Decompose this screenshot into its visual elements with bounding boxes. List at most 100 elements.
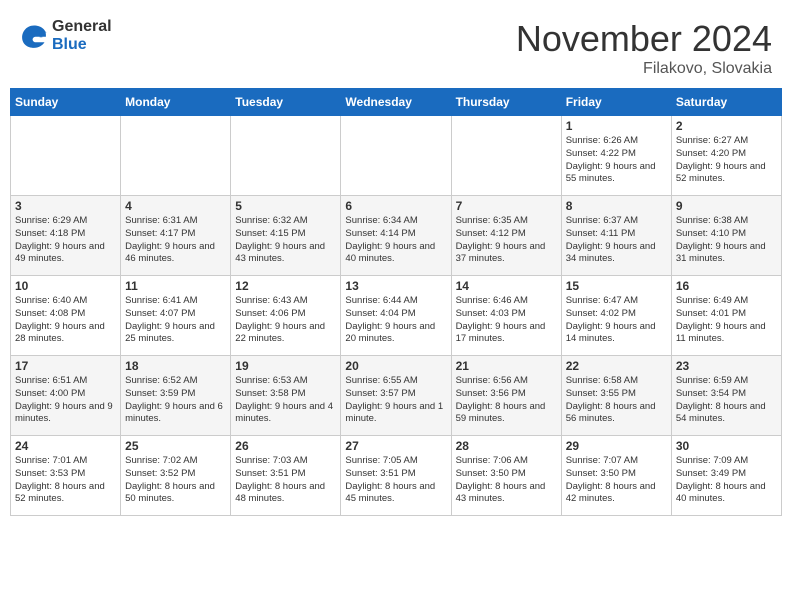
day-number: 19 (235, 359, 336, 373)
calendar-cell: 3 Sunrise: 6:29 AM Sunset: 4:18 PM Daylig… (11, 196, 121, 276)
header-thursday: Thursday (451, 89, 561, 116)
calendar-week-2: 3 Sunrise: 6:29 AM Sunset: 4:18 PM Daylig… (11, 196, 782, 276)
calendar-week-3: 10 Sunrise: 6:40 AM Sunset: 4:08 PM Dayli… (11, 276, 782, 356)
day-info: Sunrise: 7:09 AM Sunset: 3:49 PM Dayligh… (676, 455, 777, 506)
day-number: 13 (345, 279, 446, 293)
day-info: Sunrise: 6:59 AM Sunset: 3:54 PM Dayligh… (676, 375, 777, 426)
day-number: 23 (676, 359, 777, 373)
day-number: 17 (15, 359, 116, 373)
day-number: 3 (15, 199, 116, 213)
calendar-cell (121, 116, 231, 196)
day-number: 11 (125, 279, 226, 293)
day-number: 14 (456, 279, 557, 293)
day-number: 28 (456, 439, 557, 453)
day-info: Sunrise: 6:29 AM Sunset: 4:18 PM Dayligh… (15, 215, 116, 266)
day-info: Sunrise: 6:37 AM Sunset: 4:11 PM Dayligh… (566, 215, 667, 266)
day-number: 26 (235, 439, 336, 453)
calendar-cell: 6 Sunrise: 6:34 AM Sunset: 4:14 PM Daylig… (341, 196, 451, 276)
day-number: 20 (345, 359, 446, 373)
calendar-cell: 17 Sunrise: 6:51 AM Sunset: 4:00 PM Dayli… (11, 356, 121, 436)
day-info: Sunrise: 6:27 AM Sunset: 4:20 PM Dayligh… (676, 135, 777, 186)
calendar-cell: 24 Sunrise: 7:01 AM Sunset: 3:53 PM Dayli… (11, 436, 121, 516)
day-info: Sunrise: 6:35 AM Sunset: 4:12 PM Dayligh… (456, 215, 557, 266)
day-number: 24 (15, 439, 116, 453)
calendar-body: 1Sunrise: 6:26 AM Sunset: 4:22 PM Daylig… (11, 116, 782, 516)
header-saturday: Saturday (671, 89, 781, 116)
day-number: 9 (676, 199, 777, 213)
day-info: Sunrise: 7:06 AM Sunset: 3:50 PM Dayligh… (456, 455, 557, 506)
day-number: 7 (456, 199, 557, 213)
logo: General Blue (20, 18, 112, 53)
day-info: Sunrise: 7:01 AM Sunset: 3:53 PM Dayligh… (15, 455, 116, 506)
calendar-cell: 10 Sunrise: 6:40 AM Sunset: 4:08 PM Dayli… (11, 276, 121, 356)
header-wednesday: Wednesday (341, 89, 451, 116)
day-info: Sunrise: 6:51 AM Sunset: 4:00 PM Dayligh… (15, 375, 116, 426)
logo-general: General (52, 18, 112, 36)
day-number: 16 (676, 279, 777, 293)
day-info: Sunrise: 6:34 AM Sunset: 4:14 PM Dayligh… (345, 215, 446, 266)
day-number: 1 (566, 119, 667, 133)
day-info: Sunrise: 6:55 AM Sunset: 3:57 PM Dayligh… (345, 375, 446, 426)
day-info: Sunrise: 6:32 AM Sunset: 4:15 PM Dayligh… (235, 215, 336, 266)
calendar-cell (231, 116, 341, 196)
calendar-cell: 12 Sunrise: 6:43 AM Sunset: 4:06 PM Dayli… (231, 276, 341, 356)
title-area: November 2024 Filakovo, Slovakia (516, 18, 772, 78)
logo-blue: Blue (52, 36, 112, 54)
calendar-cell (11, 116, 121, 196)
calendar-cell: 13Sunrise: 6:44 AM Sunset: 4:04 PM Dayli… (341, 276, 451, 356)
day-number: 2 (676, 119, 777, 133)
calendar-cell: 7 Sunrise: 6:35 AM Sunset: 4:12 PM Daylig… (451, 196, 561, 276)
day-number: 22 (566, 359, 667, 373)
day-info: Sunrise: 6:43 AM Sunset: 4:06 PM Dayligh… (235, 295, 336, 346)
day-info: Sunrise: 6:38 AM Sunset: 4:10 PM Dayligh… (676, 215, 777, 266)
day-number: 30 (676, 439, 777, 453)
calendar-cell: 2 Sunrise: 6:27 AM Sunset: 4:20 PM Daylig… (671, 116, 781, 196)
header-row: Sunday Monday Tuesday Wednesday Thursday… (11, 89, 782, 116)
day-info: Sunrise: 6:46 AM Sunset: 4:03 PM Dayligh… (456, 295, 557, 346)
calendar: Sunday Monday Tuesday Wednesday Thursday… (0, 88, 792, 526)
calendar-cell (341, 116, 451, 196)
calendar-cell: 22 Sunrise: 6:58 AM Sunset: 3:55 PM Dayli… (561, 356, 671, 436)
header-sunday: Sunday (11, 89, 121, 116)
day-info: Sunrise: 7:07 AM Sunset: 3:50 PM Dayligh… (566, 455, 667, 506)
calendar-cell: 28 Sunrise: 7:06 AM Sunset: 3:50 PM Dayli… (451, 436, 561, 516)
calendar-cell: 14 Sunrise: 6:46 AM Sunset: 4:03 PM Dayli… (451, 276, 561, 356)
calendar-cell: 5 Sunrise: 6:32 AM Sunset: 4:15 PM Daylig… (231, 196, 341, 276)
calendar-cell: 19 Sunrise: 6:53 AM Sunset: 3:58 PM Dayli… (231, 356, 341, 436)
calendar-table: Sunday Monday Tuesday Wednesday Thursday… (10, 88, 782, 516)
calendar-week-1: 1Sunrise: 6:26 AM Sunset: 4:22 PM Daylig… (11, 116, 782, 196)
calendar-cell: 11Sunrise: 6:41 AM Sunset: 4:07 PM Dayli… (121, 276, 231, 356)
calendar-week-4: 17 Sunrise: 6:51 AM Sunset: 4:00 PM Dayli… (11, 356, 782, 436)
header-tuesday: Tuesday (231, 89, 341, 116)
day-info: Sunrise: 6:53 AM Sunset: 3:58 PM Dayligh… (235, 375, 336, 426)
header-friday: Friday (561, 89, 671, 116)
day-number: 25 (125, 439, 226, 453)
day-number: 5 (235, 199, 336, 213)
month-title: November 2024 (516, 18, 772, 60)
day-number: 27 (345, 439, 446, 453)
day-number: 4 (125, 199, 226, 213)
day-info: Sunrise: 6:40 AM Sunset: 4:08 PM Dayligh… (15, 295, 116, 346)
logo-icon (20, 22, 48, 50)
day-info: Sunrise: 6:52 AM Sunset: 3:59 PM Dayligh… (125, 375, 226, 426)
day-number: 6 (345, 199, 446, 213)
location: Filakovo, Slovakia (516, 60, 772, 78)
calendar-cell: 26Sunrise: 7:03 AM Sunset: 3:51 PM Dayli… (231, 436, 341, 516)
day-number: 12 (235, 279, 336, 293)
calendar-cell: 8Sunrise: 6:37 AM Sunset: 4:11 PM Daylig… (561, 196, 671, 276)
calendar-cell: 4Sunrise: 6:31 AM Sunset: 4:17 PM Daylig… (121, 196, 231, 276)
calendar-cell (451, 116, 561, 196)
calendar-cell: 25 Sunrise: 7:02 AM Sunset: 3:52 PM Dayli… (121, 436, 231, 516)
day-number: 15 (566, 279, 667, 293)
calendar-week-5: 24 Sunrise: 7:01 AM Sunset: 3:53 PM Dayli… (11, 436, 782, 516)
calendar-cell: 29Sunrise: 7:07 AM Sunset: 3:50 PM Dayli… (561, 436, 671, 516)
calendar-cell: 18 Sunrise: 6:52 AM Sunset: 3:59 PM Dayli… (121, 356, 231, 436)
day-number: 21 (456, 359, 557, 373)
day-number: 10 (15, 279, 116, 293)
logo-text: General Blue (52, 18, 112, 53)
day-info: Sunrise: 6:58 AM Sunset: 3:55 PM Dayligh… (566, 375, 667, 426)
day-number: 18 (125, 359, 226, 373)
calendar-cell: 9 Sunrise: 6:38 AM Sunset: 4:10 PM Daylig… (671, 196, 781, 276)
day-info: Sunrise: 7:02 AM Sunset: 3:52 PM Dayligh… (125, 455, 226, 506)
calendar-header: Sunday Monday Tuesday Wednesday Thursday… (11, 89, 782, 116)
